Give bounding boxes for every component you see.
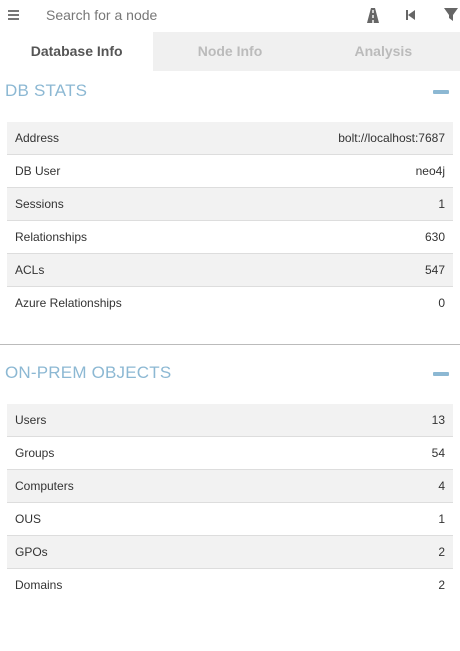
bloodhound-app: Database Info Node Info Analysis DB STAT… bbox=[0, 0, 460, 651]
table-row: ACLs 547 bbox=[7, 253, 453, 287]
table-row: Computers 4 bbox=[7, 468, 453, 502]
row-value: 547 bbox=[229, 253, 453, 287]
row-value: 2 bbox=[327, 567, 453, 601]
row-label: Groups bbox=[7, 435, 328, 469]
row-value: 630 bbox=[229, 220, 453, 254]
row-value: 1 bbox=[229, 187, 453, 221]
row-label: Computers bbox=[7, 468, 328, 502]
row-label: Sessions bbox=[7, 187, 230, 221]
row-label: Users bbox=[7, 402, 328, 436]
onprem-objects-header: ON-PREM OBJECTS bbox=[0, 353, 460, 393]
table-row: Users 13 bbox=[7, 402, 453, 436]
db-stats-title: DB STATS bbox=[5, 81, 88, 100]
search-input[interactable] bbox=[36, 3, 358, 27]
hamburger-menu-icon[interactable] bbox=[5, 6, 23, 24]
row-label: Domains bbox=[7, 567, 328, 601]
table-row: Groups 54 bbox=[7, 435, 453, 469]
table-row: Relationships 630 bbox=[7, 220, 453, 254]
row-label: ACLs bbox=[7, 253, 230, 287]
row-value: 1 bbox=[327, 501, 453, 535]
row-label: DB User bbox=[7, 154, 230, 188]
table-row: OUS 1 bbox=[7, 501, 453, 535]
tab-analysis[interactable]: Analysis bbox=[306, 32, 460, 71]
db-stats-collapse-icon[interactable] bbox=[433, 90, 449, 94]
row-value: 2 bbox=[327, 534, 453, 568]
tab-bar: Database Info Node Info Analysis bbox=[0, 32, 460, 71]
row-value: 54 bbox=[327, 435, 453, 469]
row-value: 0 bbox=[229, 286, 453, 320]
table-row: Sessions 1 bbox=[7, 187, 453, 221]
row-label: GPOs bbox=[7, 534, 328, 568]
tab-database-info[interactable]: Database Info bbox=[0, 32, 154, 71]
onprem-objects-collapse-icon[interactable] bbox=[433, 371, 449, 376]
table-row: Azure Relationships 0 bbox=[7, 286, 453, 320]
row-label: Address bbox=[7, 121, 230, 155]
onprem-objects-table: Users 13 Groups 54 Computers 4 OUS 1 GPO… bbox=[7, 402, 453, 601]
row-value: 13 bbox=[327, 402, 453, 436]
table-row: GPOs 2 bbox=[7, 534, 453, 568]
filter-icon[interactable] bbox=[440, 5, 460, 25]
row-value: bolt://localhost:7687 bbox=[229, 121, 453, 155]
db-stats-header: DB STATS bbox=[0, 71, 460, 111]
step-backward-icon[interactable] bbox=[400, 5, 422, 25]
table-row: Address bolt://localhost:7687 bbox=[7, 121, 453, 155]
search-bar bbox=[0, 0, 460, 32]
row-label: OUS bbox=[7, 501, 328, 535]
db-stats-table: Address bolt://localhost:7687 DB User ne… bbox=[7, 121, 453, 320]
road-icon[interactable] bbox=[362, 5, 384, 25]
tab-node-info[interactable]: Node Info bbox=[153, 32, 307, 71]
table-row: DB User neo4j bbox=[7, 154, 453, 188]
onprem-objects-title: ON-PREM OBJECTS bbox=[5, 362, 172, 382]
row-value: 4 bbox=[327, 468, 453, 502]
row-label: Azure Relationships bbox=[7, 286, 230, 320]
row-value: neo4j bbox=[229, 154, 453, 188]
database-info-panel: DB STATS Address bolt://localhost:7687 D… bbox=[0, 71, 460, 651]
row-label: Relationships bbox=[7, 220, 230, 254]
table-row: Domains 2 bbox=[7, 567, 453, 601]
